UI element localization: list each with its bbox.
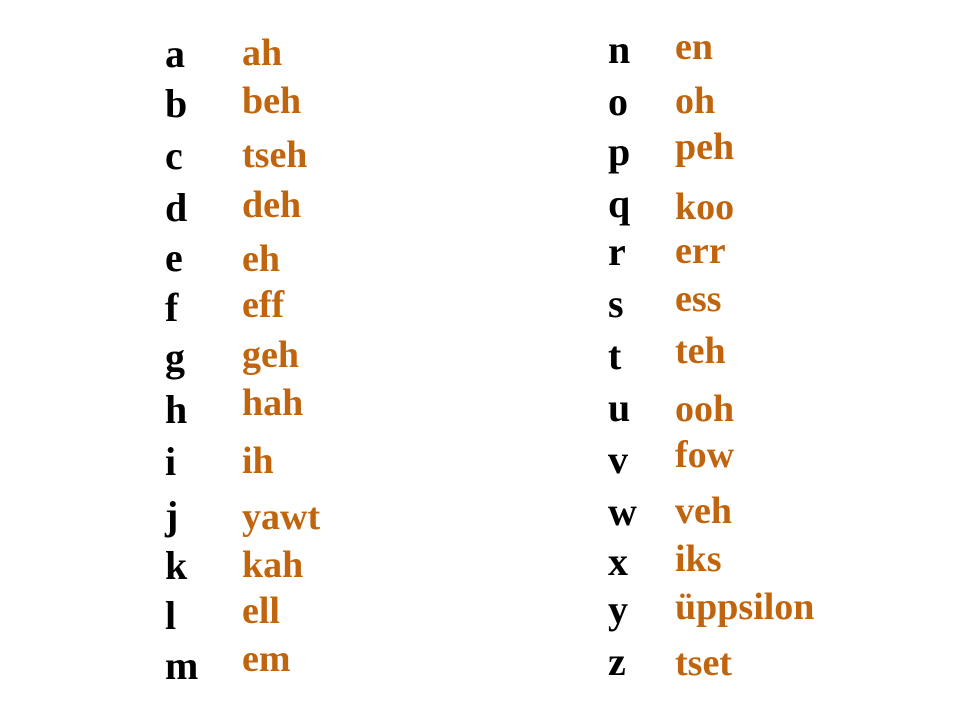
alphabet-row-s: s ess: [440, 280, 840, 334]
letter: z: [608, 639, 626, 684]
letter: u: [608, 385, 631, 430]
letter: o: [608, 79, 628, 124]
pronunciation: hah: [242, 382, 304, 424]
alphabet-row-f: f eff: [0, 284, 400, 338]
alphabet-row-k: k kah: [0, 546, 400, 596]
letter: v: [608, 437, 628, 482]
pronunciation: peh: [675, 126, 735, 168]
alphabet-row-g: g geh: [0, 334, 400, 388]
pronunciation: tset: [675, 642, 732, 684]
alphabet-row-h: h hah: [0, 384, 400, 440]
alphabet-row-w: w veh: [440, 492, 840, 542]
letter: f: [165, 285, 179, 330]
alphabet-row-b: b beh: [0, 80, 400, 134]
pronunciation: ih: [242, 440, 274, 482]
alphabet-row-u: u ooh: [440, 388, 840, 438]
pronunciation: veh: [675, 490, 732, 532]
alphabet-column-left: a ah b beh c tseh d deh e eh f eff g geh h hah i ih j yawt k…: [0, 0, 400, 719]
letter: b: [165, 81, 188, 126]
alphabet-row-j: j yawt: [0, 496, 400, 546]
letter: s: [608, 281, 624, 326]
alphabet-row-e: e eh: [0, 238, 400, 288]
pronunciation: koo: [675, 186, 735, 228]
pronunciation: eh: [242, 238, 280, 280]
letter: r: [608, 229, 626, 274]
alphabet-row-z: z tset: [440, 642, 840, 692]
letter: y: [608, 587, 628, 632]
alphabet-row-r: r err: [440, 232, 840, 282]
letter: w: [608, 489, 637, 534]
pronunciation: deh: [242, 184, 302, 226]
alphabet-row-n: n en: [440, 26, 840, 80]
letter: k: [165, 543, 188, 588]
alphabet-row-v: v fow: [440, 436, 840, 490]
pronunciation: üppsilon: [675, 586, 815, 628]
alphabet-row-t: t teh: [440, 332, 840, 386]
pronunciation: fow: [675, 434, 735, 476]
pronunciation: teh: [675, 330, 726, 372]
pronunciation: em: [242, 638, 291, 680]
letter: t: [608, 333, 622, 378]
pronunciation: err: [675, 230, 726, 272]
letter: g: [165, 335, 185, 380]
letter: l: [165, 593, 177, 638]
alphabet-row-q: q koo: [440, 184, 840, 234]
pronunciation: ah: [242, 32, 283, 74]
letter: n: [608, 27, 631, 72]
letter: m: [165, 643, 199, 688]
pronunciation: eff: [242, 284, 285, 326]
alphabet-row-l: l ell: [0, 592, 400, 646]
alphabet-row-x: x iks: [440, 538, 840, 592]
pronunciation: yawt: [242, 496, 321, 538]
pronunciation: kah: [242, 544, 304, 586]
letter: q: [608, 181, 631, 226]
pronunciation: beh: [242, 80, 302, 122]
alphabet-slide: a ah b beh c tseh d deh e eh f eff g geh h hah i ih j yawt k…: [0, 0, 959, 719]
alphabet-row-i: i ih: [0, 442, 400, 492]
alphabet-column-right: n en o oh p peh q koo r err s ess t teh u ooh v fow w veh x i…: [440, 0, 840, 719]
letter: d: [165, 185, 188, 230]
pronunciation: ess: [675, 278, 722, 320]
alphabet-row-d: d deh: [0, 184, 400, 238]
letter: j: [165, 493, 179, 538]
letter: c: [165, 133, 183, 178]
alphabet-row-y: y üppsilon: [440, 586, 840, 640]
letter: x: [608, 539, 628, 584]
pronunciation: tseh: [242, 134, 308, 176]
alphabet-row-a: a ah: [0, 34, 400, 84]
letter: a: [165, 31, 185, 76]
letter: p: [608, 129, 631, 174]
alphabet-row-o: o oh: [440, 82, 840, 132]
alphabet-row-c: c tseh: [0, 136, 400, 186]
alphabet-row-p: p peh: [440, 128, 840, 182]
pronunciation: oh: [675, 80, 716, 122]
pronunciation: ell: [242, 590, 280, 632]
alphabet-row-m: m em: [0, 640, 400, 696]
pronunciation: en: [675, 26, 713, 68]
pronunciation: geh: [242, 334, 299, 376]
pronunciation: iks: [675, 538, 722, 580]
letter: i: [165, 439, 177, 484]
pronunciation: ooh: [675, 388, 735, 430]
letter: e: [165, 235, 183, 280]
letter: h: [165, 387, 188, 432]
